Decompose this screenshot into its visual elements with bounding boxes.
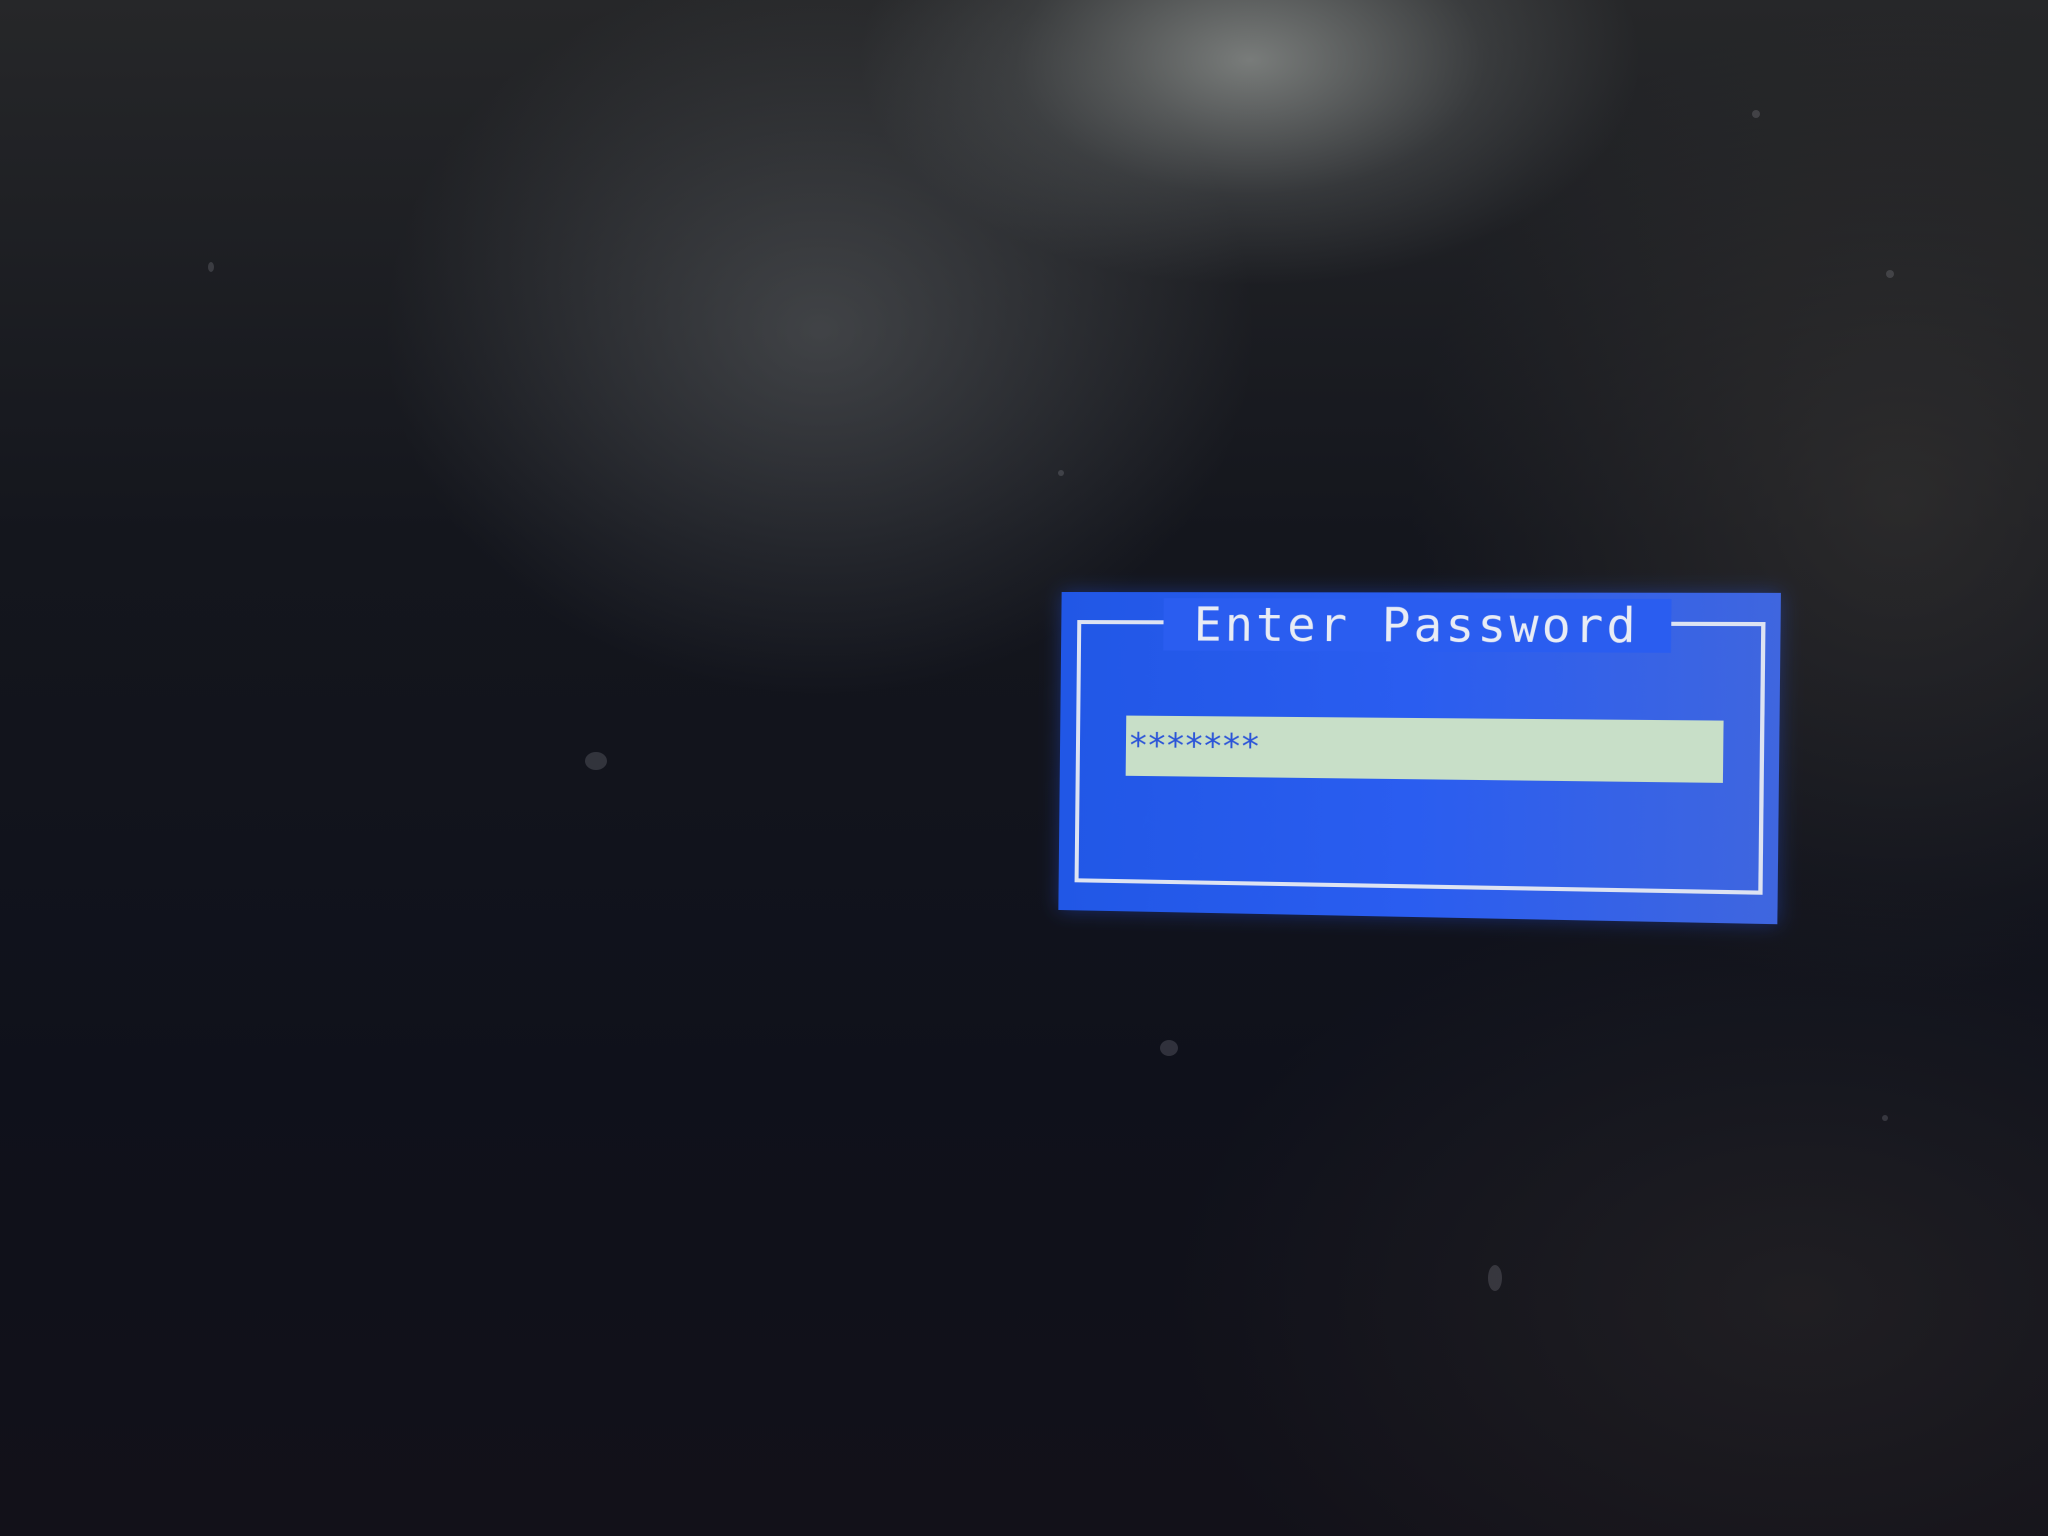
screen-dust <box>1752 110 1760 118</box>
password-input[interactable]: ******* <box>1126 716 1724 783</box>
screen-dust <box>585 752 607 770</box>
screen-dust <box>208 262 214 272</box>
screen-dust <box>1882 1115 1888 1121</box>
screen-dust <box>1160 1040 1178 1056</box>
screen-dust <box>1886 270 1894 278</box>
screen-dust <box>1488 1265 1502 1291</box>
password-dialog: Enter Password ******* <box>1058 592 1781 924</box>
monitor-screen: Enter Password ******* <box>0 0 2048 1536</box>
dialog-title: Enter Password <box>1163 598 1671 653</box>
screen-dust <box>1058 470 1064 476</box>
